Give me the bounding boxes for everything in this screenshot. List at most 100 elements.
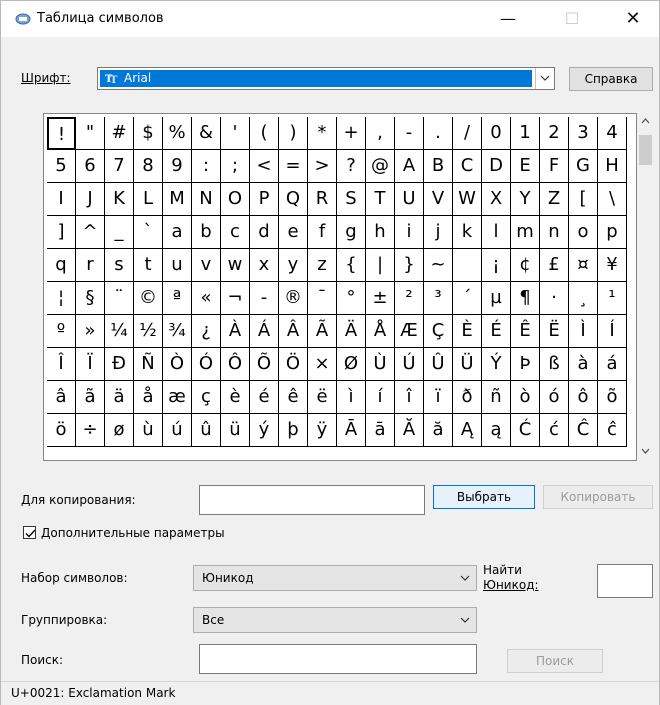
char-cell[interactable]: " xyxy=(76,117,105,150)
char-cell[interactable]: ¾ xyxy=(163,315,192,348)
char-cell[interactable]: . xyxy=(424,117,453,150)
char-cell[interactable]: + xyxy=(337,117,366,150)
char-cell[interactable]: I xyxy=(47,183,76,216)
copy-field[interactable] xyxy=(199,485,425,515)
char-cell[interactable]: å xyxy=(134,381,163,414)
char-cell[interactable]: N xyxy=(192,183,221,216)
char-cell[interactable]: M xyxy=(163,183,192,216)
char-cell[interactable]: : xyxy=(192,150,221,183)
char-cell[interactable]: ® xyxy=(279,282,308,315)
char-cell[interactable]: é xyxy=(250,381,279,414)
char-cell[interactable]: Ò xyxy=(163,348,192,381)
char-cell[interactable]: ¦ xyxy=(47,282,76,315)
char-cell[interactable]: % xyxy=(163,117,192,150)
char-cell[interactable]: y xyxy=(279,249,308,282)
char-cell[interactable]: Ć xyxy=(511,414,540,447)
char-cell[interactable]: Ā xyxy=(337,414,366,447)
chevron-down-icon[interactable] xyxy=(535,68,554,89)
char-cell[interactable]: Í xyxy=(598,315,627,348)
copy-button[interactable]: Копировать xyxy=(543,485,653,509)
char-cell[interactable]: ĉ xyxy=(598,414,627,447)
char-cell[interactable]: @ xyxy=(366,150,395,183)
grouping-select[interactable]: Все xyxy=(193,607,477,633)
char-cell[interactable]: ö xyxy=(47,414,76,447)
close-button[interactable]: ✕ xyxy=(613,1,653,37)
char-cell[interactable]: U xyxy=(395,183,424,216)
char-cell[interactable]: º xyxy=(47,315,76,348)
scrollbar-thumb[interactable] xyxy=(639,135,652,165)
char-cell[interactable]: Â xyxy=(279,315,308,348)
char-cell[interactable]: Ą xyxy=(453,414,482,447)
char-cell[interactable]: ā xyxy=(366,414,395,447)
char-cell[interactable]: ä xyxy=(105,381,134,414)
char-cell[interactable] xyxy=(453,249,482,282)
char-cell[interactable]: Q xyxy=(279,183,308,216)
search-field[interactable] xyxy=(199,644,477,674)
char-cell[interactable]: c xyxy=(221,216,250,249)
char-cell[interactable]: Ù xyxy=(366,348,395,381)
char-cell[interactable]: ÿ xyxy=(308,414,337,447)
char-cell[interactable]: f xyxy=(308,216,337,249)
char-cell[interactable]: B xyxy=(424,150,453,183)
char-cell[interactable]: { xyxy=(337,249,366,282)
char-cell[interactable]: æ xyxy=(163,381,192,414)
char-cell[interactable]: ~ xyxy=(424,249,453,282)
char-cell[interactable]: ă xyxy=(424,414,453,447)
char-cell[interactable]: Ì xyxy=(569,315,598,348)
char-cell[interactable]: Ý xyxy=(482,348,511,381)
char-cell[interactable]: } xyxy=(395,249,424,282)
char-cell[interactable]: a xyxy=(163,216,192,249)
char-cell[interactable]: ¨ xyxy=(105,282,134,315)
char-cell[interactable]: ć xyxy=(540,414,569,447)
char-cell[interactable]: á xyxy=(598,348,627,381)
find-unicode-field[interactable] xyxy=(597,564,653,598)
char-cell[interactable]: z xyxy=(308,249,337,282)
char-cell[interactable]: = xyxy=(279,150,308,183)
char-cell[interactable]: õ xyxy=(598,381,627,414)
char-cell[interactable]: ³ xyxy=(424,282,453,315)
title-bar[interactable]: Таблица символов — ☐ ✕ xyxy=(1,1,659,37)
char-cell[interactable]: Û xyxy=(424,348,453,381)
char-cell[interactable]: ï xyxy=(424,381,453,414)
char-cell[interactable]: , xyxy=(366,117,395,150)
char-cell[interactable]: Ô xyxy=(221,348,250,381)
char-cell[interactable]: ì xyxy=(337,381,366,414)
char-cell[interactable]: X xyxy=(482,183,511,216)
char-cell[interactable]: Ă xyxy=(395,414,424,447)
char-cell[interactable]: $ xyxy=(134,117,163,150)
char-cell[interactable]: A xyxy=(395,150,424,183)
char-cell[interactable]: ë xyxy=(308,381,337,414)
char-cell[interactable]: [ xyxy=(569,183,598,216)
char-cell[interactable]: i xyxy=(395,216,424,249)
char-cell[interactable]: T xyxy=(366,183,395,216)
char-cell[interactable]: e xyxy=(279,216,308,249)
char-cell[interactable]: ( xyxy=(250,117,279,150)
char-cell[interactable]: ¢ xyxy=(511,249,540,282)
minimize-button[interactable]: — xyxy=(488,1,528,37)
char-cell[interactable]: Ü xyxy=(453,348,482,381)
char-cell[interactable]: Ï xyxy=(76,348,105,381)
char-cell[interactable]: Á xyxy=(250,315,279,348)
char-cell[interactable]: * xyxy=(308,117,337,150)
char-cell[interactable]: © xyxy=(134,282,163,315)
char-cell[interactable]: 6 xyxy=(76,150,105,183)
char-cell[interactable]: V xyxy=(424,183,453,216)
char-cell[interactable]: ¡ xyxy=(482,249,511,282)
char-cell[interactable]: _ xyxy=(105,216,134,249)
advanced-checkbox[interactable] xyxy=(23,526,36,539)
char-cell[interactable]: | xyxy=(366,249,395,282)
char-cell[interactable]: J xyxy=(76,183,105,216)
char-cell[interactable]: < xyxy=(250,150,279,183)
char-cell[interactable]: p xyxy=(598,216,627,249)
grid-scrollbar[interactable] xyxy=(637,113,654,461)
char-cell[interactable]: ý xyxy=(250,414,279,447)
char-cell[interactable]: ª xyxy=(163,282,192,315)
char-cell[interactable]: ] xyxy=(47,216,76,249)
scroll-down-icon[interactable] xyxy=(640,445,651,456)
char-cell[interactable]: ± xyxy=(366,282,395,315)
char-cell[interactable]: ) xyxy=(279,117,308,150)
char-cell[interactable]: # xyxy=(105,117,134,150)
char-cell[interactable]: m xyxy=(511,216,540,249)
char-cell[interactable]: µ xyxy=(482,282,511,315)
advanced-label[interactable]: Дополнительные параметры xyxy=(41,526,225,540)
